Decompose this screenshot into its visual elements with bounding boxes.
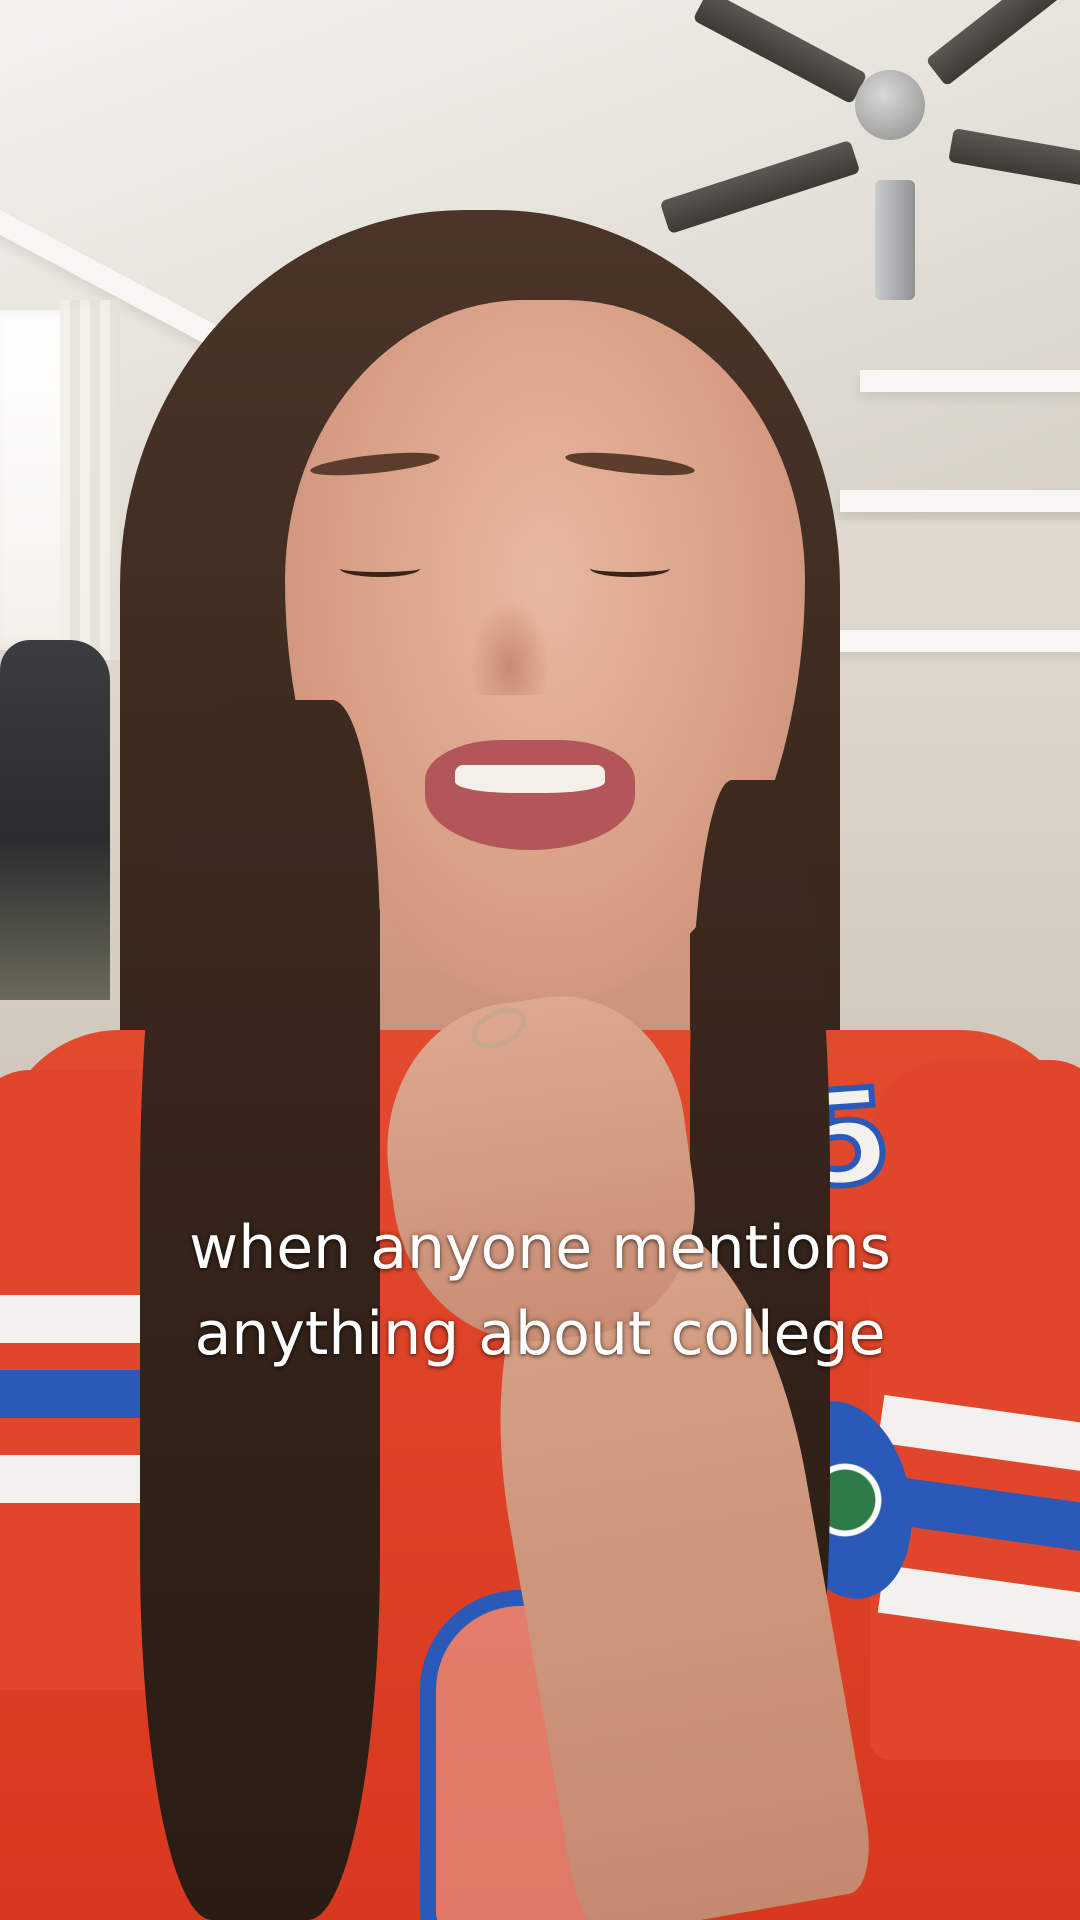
curtain bbox=[60, 300, 120, 660]
fan-hub bbox=[855, 70, 925, 140]
teeth bbox=[455, 765, 605, 793]
fan-blade bbox=[925, 0, 1065, 87]
video-caption: when anyone mentions anything about coll… bbox=[60, 1205, 1020, 1377]
left-eye-closed bbox=[340, 560, 420, 577]
crown-molding bbox=[830, 630, 1080, 652]
video-frame: 5 when anyone mentions anything about co… bbox=[0, 0, 1080, 1920]
open-mouth bbox=[425, 740, 635, 850]
ceiling-fan bbox=[659, 0, 1080, 320]
caption-line-2: anything about college bbox=[194, 1299, 886, 1369]
fan-blade bbox=[692, 0, 868, 105]
right-eye-closed bbox=[590, 560, 670, 577]
crown-molding bbox=[860, 370, 1080, 392]
crown-molding bbox=[840, 490, 1080, 512]
fan-blade bbox=[659, 139, 861, 235]
nose bbox=[470, 600, 550, 695]
caption-line-1: when anyone mentions bbox=[189, 1213, 891, 1283]
fan-light bbox=[875, 180, 915, 300]
fan-blade bbox=[948, 128, 1080, 186]
chair bbox=[0, 640, 110, 1000]
